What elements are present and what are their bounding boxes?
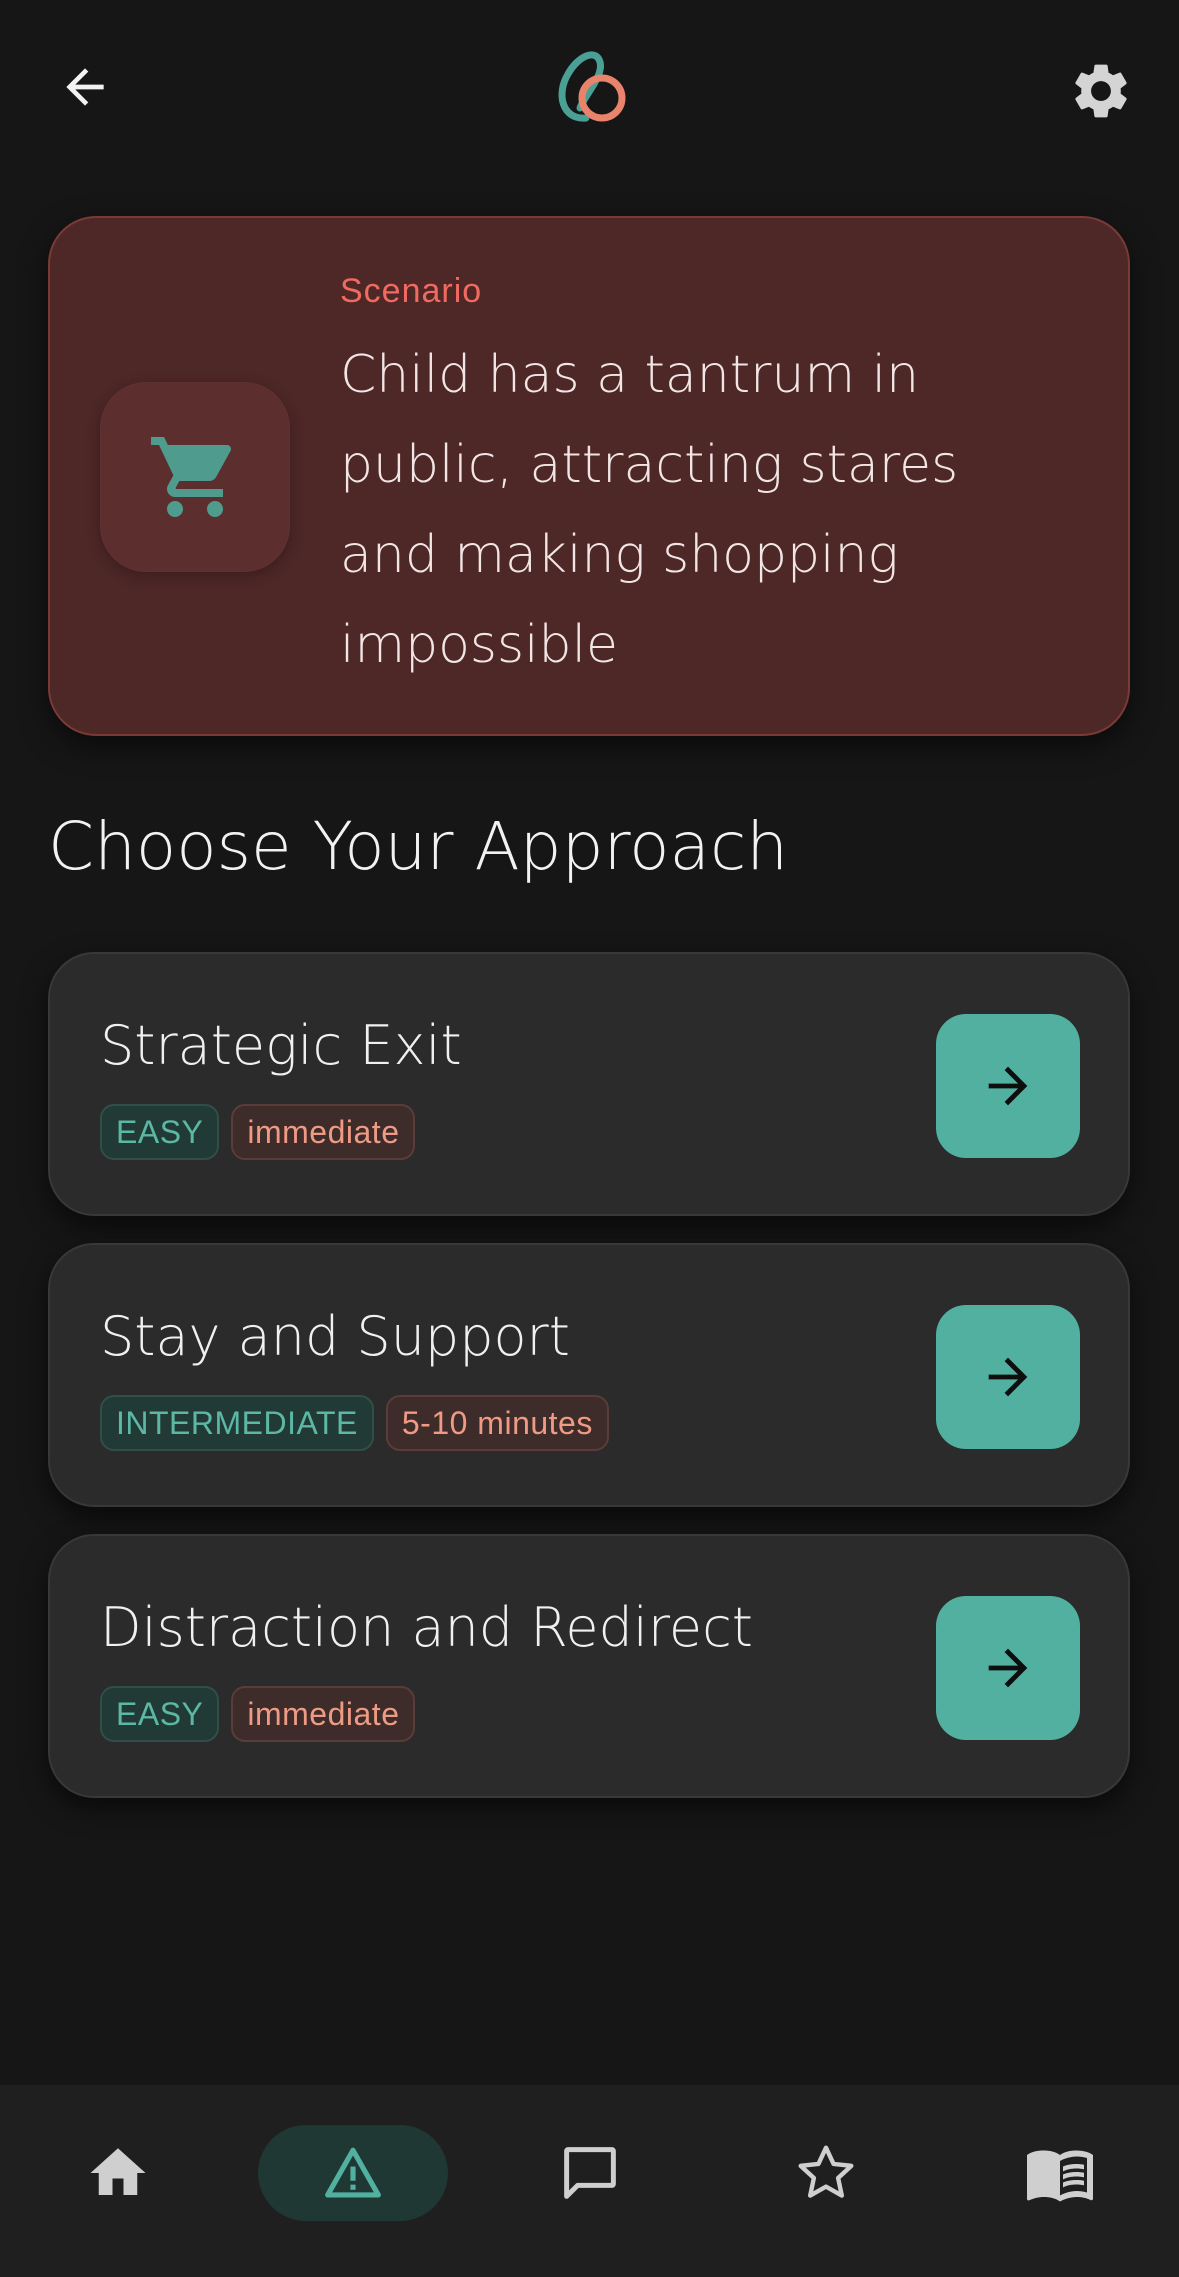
arrow-right-icon xyxy=(988,1648,1028,1688)
section-title: Choose Your Approach xyxy=(48,808,789,885)
arrow-right-icon xyxy=(988,1066,1028,1106)
duration-badge: immediate xyxy=(231,1104,416,1160)
approach-card-distraction-and-redirect[interactable]: Distraction and Redirect EASY immediate xyxy=(48,1534,1130,1798)
difficulty-badge: EASY xyxy=(100,1104,220,1160)
star-icon xyxy=(798,2145,854,2198)
scenario-card: Scenario Child has a tantrum in public, … xyxy=(48,216,1130,736)
app-logo xyxy=(550,40,630,130)
home-icon xyxy=(90,2148,146,2195)
duration-badge: immediate xyxy=(231,1686,416,1742)
approach-tags: EASY immediate xyxy=(100,1686,416,1742)
go-button[interactable] xyxy=(936,1305,1080,1449)
approach-title: Stay and Support xyxy=(100,1305,570,1368)
nav-home[interactable] xyxy=(70,2125,166,2221)
back-button[interactable] xyxy=(50,52,120,122)
settings-button[interactable] xyxy=(1062,52,1140,130)
go-button[interactable] xyxy=(936,1014,1080,1158)
arrow-left-icon xyxy=(66,68,104,106)
scenario-description: Child has a tantrum in public, attractin… xyxy=(340,345,959,675)
approach-title: Strategic Exit xyxy=(100,1014,462,1077)
chat-icon xyxy=(564,2147,616,2199)
scenario-icon-box xyxy=(100,382,290,572)
arrow-right-icon xyxy=(988,1357,1028,1397)
go-button[interactable] xyxy=(936,1596,1080,1740)
nav-chat[interactable] xyxy=(542,2125,638,2221)
difficulty-badge: EASY xyxy=(100,1686,220,1742)
bottom-nav xyxy=(0,2085,1179,2277)
difficulty-badge: INTERMEDIATE xyxy=(100,1395,374,1451)
gear-icon xyxy=(1075,64,1127,118)
nav-favorites[interactable] xyxy=(778,2125,874,2221)
approach-title: Distraction and Redirect xyxy=(100,1596,753,1659)
approach-tags: INTERMEDIATE 5-10 minutes xyxy=(100,1395,609,1451)
scenario-label: Scenario xyxy=(340,272,483,310)
shopping-cart-icon xyxy=(151,437,232,517)
nav-scenarios[interactable] xyxy=(258,2125,448,2221)
approach-tags: EASY immediate xyxy=(100,1104,416,1160)
top-bar xyxy=(0,0,1179,170)
approach-card-strategic-exit[interactable]: Strategic Exit EASY immediate xyxy=(48,952,1130,1216)
warning-icon xyxy=(325,2147,381,2198)
approach-card-stay-and-support[interactable]: Stay and Support INTERMEDIATE 5-10 minut… xyxy=(48,1243,1130,1507)
nav-library[interactable] xyxy=(1012,2125,1108,2221)
book-icon xyxy=(1027,2150,1093,2202)
duration-badge: 5-10 minutes xyxy=(385,1395,609,1451)
